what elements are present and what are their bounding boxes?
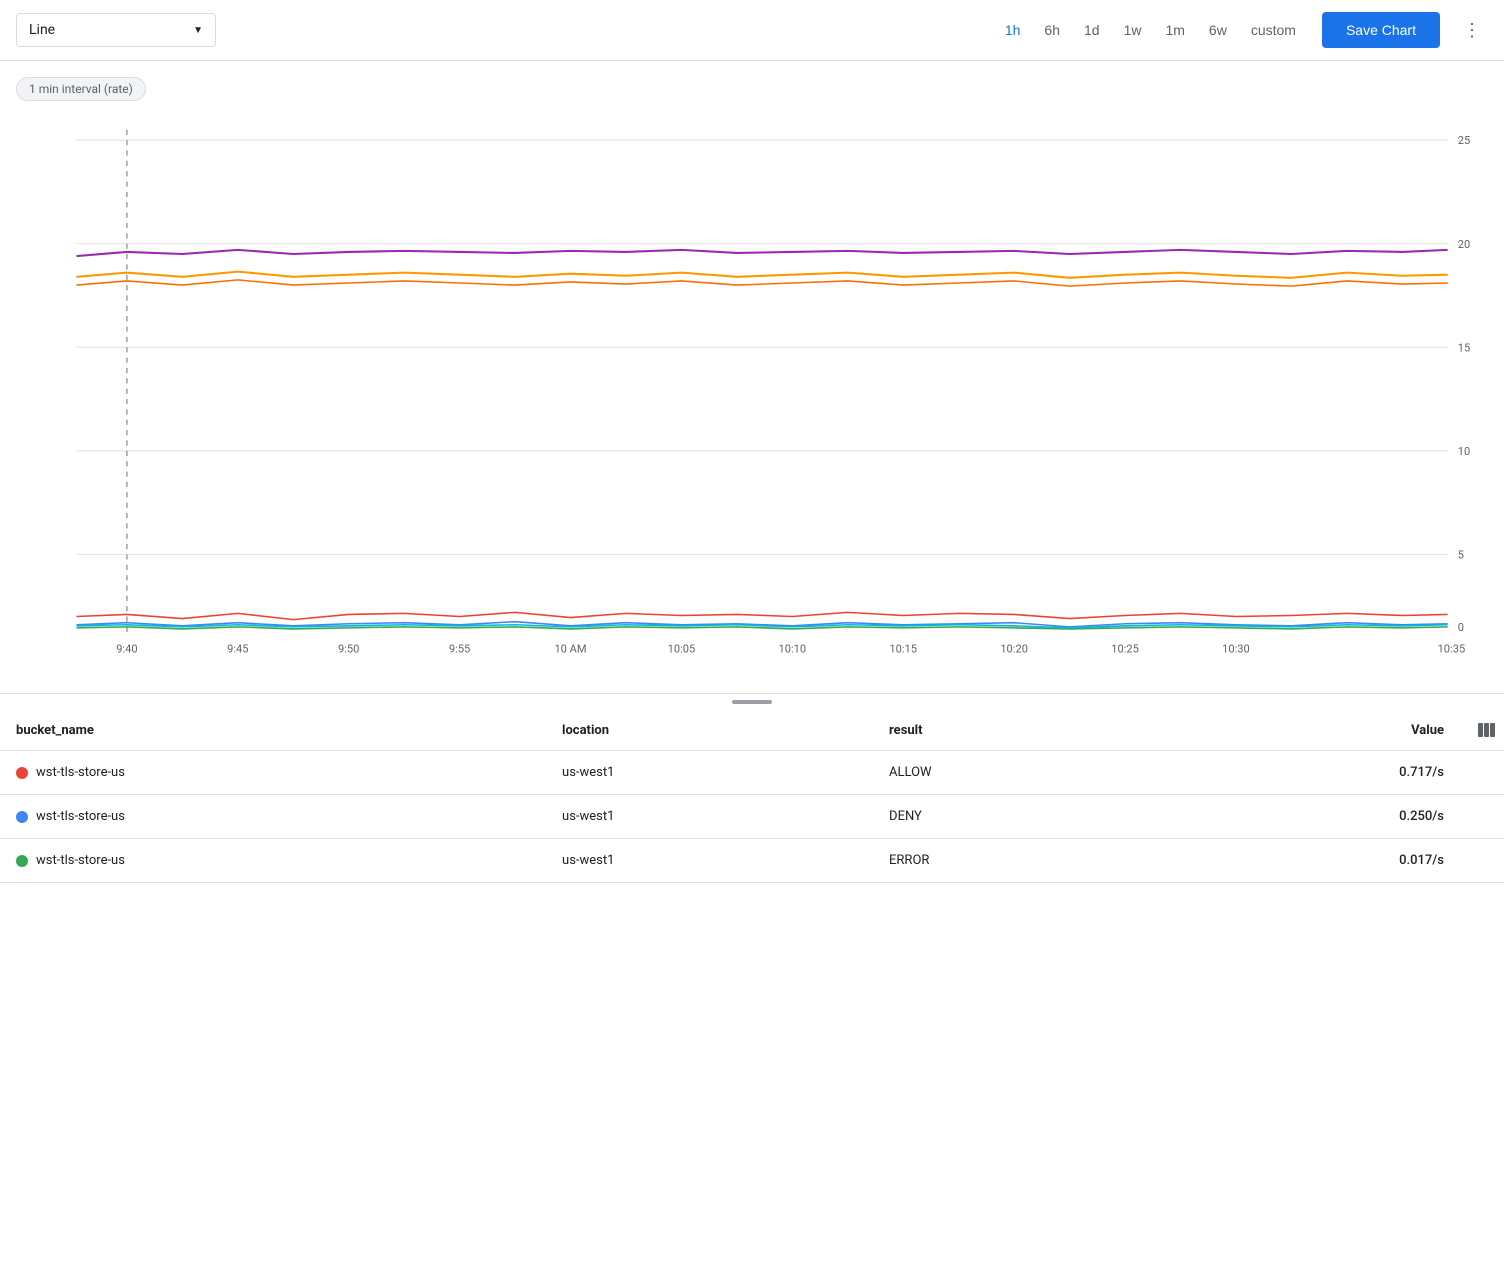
time-controls: 1h6h1d1w1m6wcustom xyxy=(995,16,1306,44)
col-result: result xyxy=(873,710,1162,751)
svg-text:10:30: 10:30 xyxy=(1222,643,1250,656)
svg-text:0: 0 xyxy=(1458,621,1464,634)
legend-section: bucket_name location result Value xyxy=(0,693,1504,883)
legend-row: wst-tls-store-us us-west1 DENY 0.250/s xyxy=(0,795,1504,839)
chart-svg: 25 20 15 10 5 0 9:40 9:45 9:50 9:55 10 A… xyxy=(16,109,1488,689)
time-btn-6h[interactable]: 6h xyxy=(1034,16,1070,44)
series-color-dot-1 xyxy=(16,811,28,823)
svg-text:9:50: 9:50 xyxy=(338,643,359,656)
legend-location-1: us-west1 xyxy=(546,795,873,839)
svg-text:10:05: 10:05 xyxy=(668,643,696,656)
columns-icon[interactable] xyxy=(1476,720,1496,740)
svg-text:9:45: 9:45 xyxy=(227,643,248,656)
red-series-line xyxy=(76,612,1447,619)
svg-text:10:25: 10:25 xyxy=(1111,643,1139,656)
legend-empty-2 xyxy=(1460,839,1504,883)
legend-bucket-name-2: wst-tls-store-us xyxy=(0,839,546,883)
legend-location-0: us-west1 xyxy=(546,751,873,795)
time-btn-1m[interactable]: 1m xyxy=(1155,16,1194,44)
legend-result-1: DENY xyxy=(873,795,1162,839)
more-icon: ⋮ xyxy=(1463,20,1481,41)
legend-table: bucket_name location result Value xyxy=(0,710,1504,883)
scroll-handle xyxy=(0,694,1504,710)
legend-bucket-name-1: wst-tls-store-us xyxy=(0,795,546,839)
svg-text:10: 10 xyxy=(1458,445,1470,458)
legend-bucket-name-0: wst-tls-store-us xyxy=(0,751,546,795)
time-btn-custom[interactable]: custom xyxy=(1241,16,1306,44)
time-btn-1h[interactable]: 1h xyxy=(995,16,1031,44)
svg-text:5: 5 xyxy=(1458,548,1464,561)
orange-series-line-2 xyxy=(76,280,1447,286)
legend-table-header: bucket_name location result Value xyxy=(0,710,1504,751)
legend-result-0: ALLOW xyxy=(873,751,1162,795)
col-location: location xyxy=(546,710,873,751)
svg-text:9:55: 9:55 xyxy=(449,643,470,656)
col-icon[interactable] xyxy=(1460,710,1504,751)
legend-value-1: 0.250/s xyxy=(1162,795,1460,839)
svg-text:10:15: 10:15 xyxy=(889,643,917,656)
legend-result-2: ERROR xyxy=(873,839,1162,883)
time-btn-6w[interactable]: 6w xyxy=(1199,16,1237,44)
chart-type-label: Line xyxy=(29,22,55,38)
svg-text:20: 20 xyxy=(1458,238,1470,251)
chevron-down-icon: ▼ xyxy=(193,25,203,36)
legend-location-2: us-west1 xyxy=(546,839,873,883)
svg-text:10 AM: 10 AM xyxy=(554,643,586,656)
purple-series-line xyxy=(76,250,1447,256)
series-color-dot-2 xyxy=(16,855,28,867)
svg-text:10:10: 10:10 xyxy=(779,643,807,656)
time-btn-1w[interactable]: 1w xyxy=(1114,16,1152,44)
more-options-button[interactable]: ⋮ xyxy=(1456,14,1488,46)
legend-row: wst-tls-store-us us-west1 ALLOW 0.717/s xyxy=(0,751,1504,795)
svg-text:9:40: 9:40 xyxy=(116,643,137,656)
series-color-dot-0 xyxy=(16,767,28,779)
legend-row: wst-tls-store-us us-west1 ERROR 0.017/s xyxy=(0,839,1504,883)
scroll-handle-bar xyxy=(732,700,772,704)
svg-text:25: 25 xyxy=(1458,134,1470,147)
legend-value-2: 0.017/s xyxy=(1162,839,1460,883)
orange-series-line-1 xyxy=(76,272,1447,278)
svg-text:15: 15 xyxy=(1458,341,1470,354)
interval-badge: 1 min interval (rate) xyxy=(16,77,146,101)
legend-empty-1 xyxy=(1460,795,1504,839)
col-bucket-name: bucket_name xyxy=(0,710,546,751)
toolbar: Line ▼ 1h6h1d1w1m6wcustom Save Chart ⋮ xyxy=(0,0,1504,61)
legend-empty-0 xyxy=(1460,751,1504,795)
svg-text:10:35: 10:35 xyxy=(1438,643,1466,656)
legend-table-body: wst-tls-store-us us-west1 ALLOW 0.717/s … xyxy=(0,751,1504,883)
time-btn-1d[interactable]: 1d xyxy=(1074,16,1110,44)
chart-container: 1 min interval (rate) 25 20 15 10 5 0 9:… xyxy=(0,61,1504,689)
chart-type-dropdown[interactable]: Line ▼ xyxy=(16,13,216,47)
col-value: Value xyxy=(1162,710,1460,751)
chart-area: 25 20 15 10 5 0 9:40 9:45 9:50 9:55 10 A… xyxy=(16,109,1488,689)
legend-value-0: 0.717/s xyxy=(1162,751,1460,795)
save-chart-button[interactable]: Save Chart xyxy=(1322,12,1440,48)
svg-text:10:20: 10:20 xyxy=(1000,643,1028,656)
